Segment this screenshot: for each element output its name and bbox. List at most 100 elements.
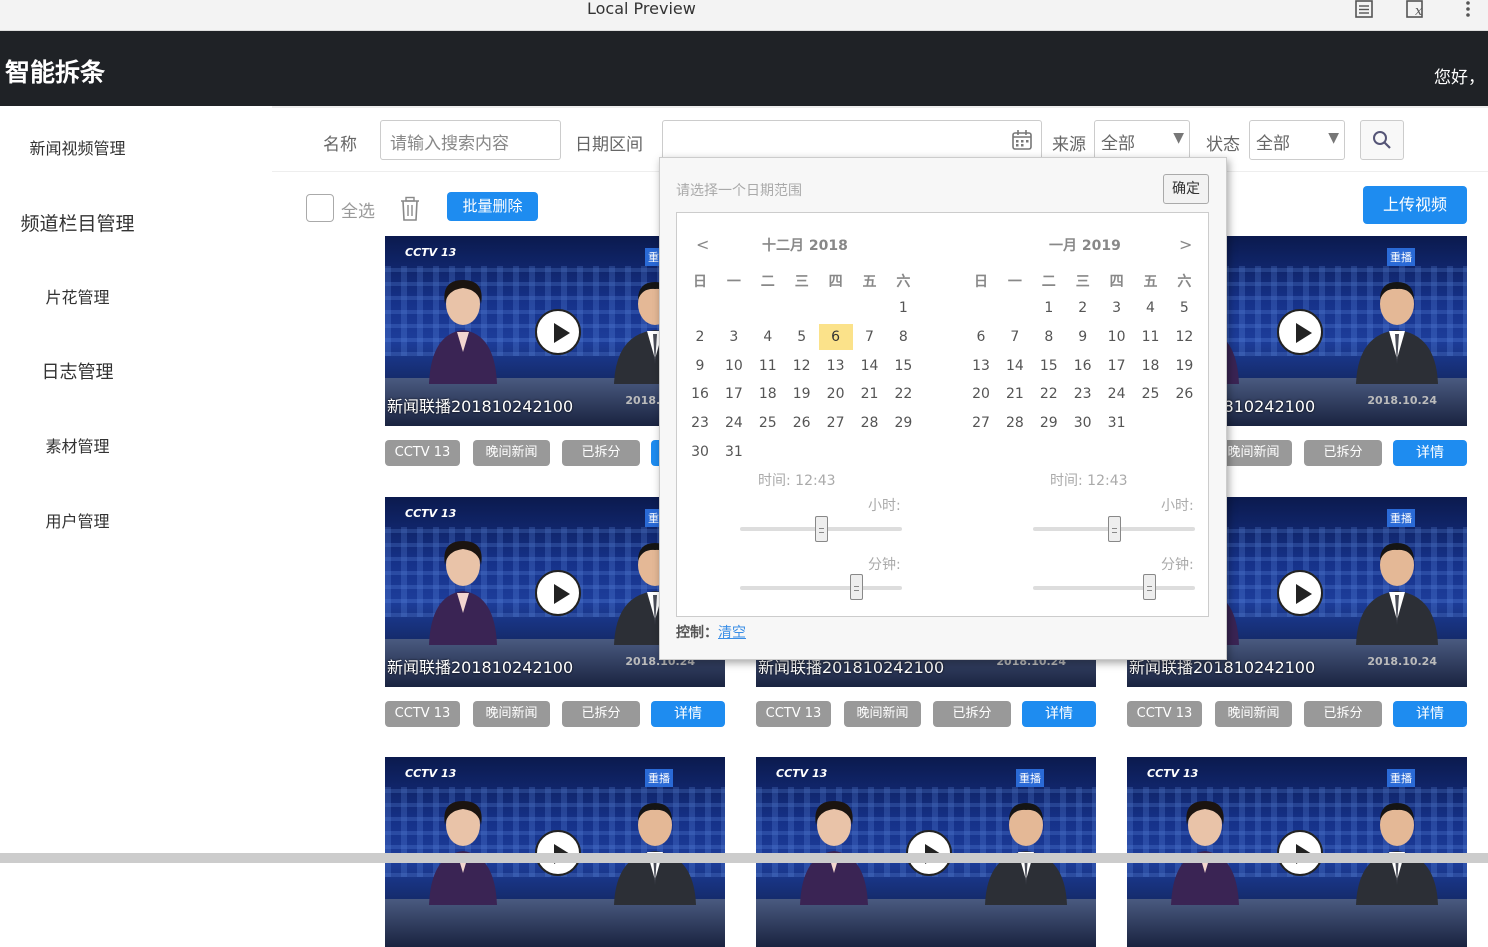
prev-month-button[interactable]: < xyxy=(696,235,709,254)
detail-button[interactable]: 详情 xyxy=(651,701,725,727)
right-day-cell[interactable]: 23 xyxy=(1066,381,1100,407)
right-day-cell[interactable]: 25 xyxy=(1134,381,1168,407)
right-day-cell[interactable]: 26 xyxy=(1167,381,1201,407)
left-day-cell[interactable]: 8 xyxy=(886,324,920,350)
right-day-cell[interactable]: 14 xyxy=(998,353,1032,379)
video-thumbnail[interactable]: CCTV 13 重播 xyxy=(385,757,725,947)
right-day-cell[interactable]: 18 xyxy=(1134,353,1168,379)
left-day-cell[interactable]: 4 xyxy=(751,324,785,350)
left-day-cell[interactable]: 18 xyxy=(751,381,785,407)
left-day-cell[interactable]: 16 xyxy=(683,381,717,407)
right-day-cell[interactable]: 9 xyxy=(1066,324,1100,350)
right-day-cell[interactable]: 8 xyxy=(1032,324,1066,350)
right-day-cell[interactable]: 21 xyxy=(998,381,1032,407)
more-vert-icon[interactable] xyxy=(1458,0,1478,20)
status-select[interactable]: 全部 ▼ xyxy=(1249,120,1345,160)
left-day-cell[interactable]: 19 xyxy=(785,381,819,407)
next-month-button[interactable]: > xyxy=(1179,235,1192,254)
select-all-checkbox[interactable] xyxy=(306,194,334,222)
right-day-cell[interactable]: 27 xyxy=(964,410,998,436)
right-day-cell[interactable]: 4 xyxy=(1134,295,1168,321)
right-day-cell[interactable]: 1 xyxy=(1032,295,1066,321)
left-day-cell[interactable]: 11 xyxy=(751,353,785,379)
right-day-cell[interactable]: 10 xyxy=(1100,324,1134,350)
left-day-cell[interactable]: 5 xyxy=(785,324,819,350)
left-day-cell[interactable]: 15 xyxy=(886,353,920,379)
left-day-cell[interactable]: 10 xyxy=(717,353,751,379)
search-button[interactable] xyxy=(1360,120,1404,160)
right-day-cell[interactable]: 5 xyxy=(1167,295,1201,321)
date-range-input[interactable] xyxy=(662,120,1042,160)
trash-icon[interactable] xyxy=(398,196,422,222)
right-minute-handle[interactable] xyxy=(1143,574,1157,600)
right-day-cell[interactable]: 31 xyxy=(1100,410,1134,436)
right-day-cell[interactable]: 16 xyxy=(1066,353,1100,379)
source-select[interactable]: 全部 ▼ xyxy=(1094,120,1190,160)
search-input[interactable]: 请输入搜索内容 xyxy=(380,120,561,160)
horizontal-scrollbar[interactable] xyxy=(0,853,1488,863)
datepicker-confirm-button[interactable]: 确定 xyxy=(1163,174,1209,204)
left-minute-handle[interactable] xyxy=(850,574,864,600)
right-day-cell[interactable]: 20 xyxy=(964,381,998,407)
left-day-cell[interactable]: 24 xyxy=(717,410,751,436)
video-thumbnail[interactable]: CCTV 13 重播 xyxy=(1127,757,1467,947)
left-day-cell[interactable]: 13 xyxy=(819,353,853,379)
user-greeting[interactable]: 您好， xyxy=(1434,63,1485,88)
right-day-cell[interactable]: 17 xyxy=(1100,353,1134,379)
left-day-cell[interactable]: 17 xyxy=(717,381,751,407)
play-button-icon[interactable] xyxy=(1277,309,1323,355)
left-day-cell[interactable]: 14 xyxy=(853,353,887,379)
right-day-cell[interactable]: 11 xyxy=(1134,324,1168,350)
calendar-icon[interactable] xyxy=(1011,129,1033,156)
left-day-cell[interactable]: 31 xyxy=(717,439,751,465)
right-day-cell[interactable]: 19 xyxy=(1167,353,1201,379)
sidebar-item-news-video[interactable]: 新闻视频管理 xyxy=(0,135,155,159)
left-day-cell[interactable]: 25 xyxy=(751,410,785,436)
left-day-cell[interactable]: 23 xyxy=(683,410,717,436)
play-button-icon[interactable] xyxy=(1277,570,1323,616)
play-button-icon[interactable] xyxy=(535,309,581,355)
right-day-cell[interactable]: 15 xyxy=(1032,353,1066,379)
left-day-cell[interactable]: 26 xyxy=(785,410,819,436)
select-all-label[interactable]: 全选 xyxy=(341,197,375,222)
reader-icon[interactable] xyxy=(1354,0,1374,20)
detail-button[interactable]: 详情 xyxy=(1393,440,1467,466)
left-day-cell[interactable]: 30 xyxy=(683,439,717,465)
left-day-cell[interactable]: 22 xyxy=(886,381,920,407)
right-day-cell[interactable]: 13 xyxy=(964,353,998,379)
left-day-cell[interactable]: 21 xyxy=(853,381,887,407)
right-day-cell[interactable]: 3 xyxy=(1100,295,1134,321)
right-day-cell[interactable]: 22 xyxy=(1032,381,1066,407)
right-day-cell[interactable]: 30 xyxy=(1066,410,1100,436)
right-day-cell[interactable]: 28 xyxy=(998,410,1032,436)
left-day-cell[interactable]: 6 xyxy=(818,323,853,350)
sidebar-item-material[interactable]: 素材管理 xyxy=(0,433,155,457)
sidebar-item-channel[interactable]: 频道栏目管理 xyxy=(0,209,155,236)
play-button-icon[interactable] xyxy=(535,570,581,616)
left-day-cell[interactable]: 29 xyxy=(886,410,920,436)
right-minute-slider[interactable] xyxy=(1033,586,1195,590)
sidebar-item-user[interactable]: 用户管理 xyxy=(0,508,155,532)
right-day-cell[interactable]: 2 xyxy=(1066,295,1100,321)
left-day-cell[interactable]: 27 xyxy=(819,410,853,436)
left-day-cell[interactable]: 20 xyxy=(819,381,853,407)
right-day-cell[interactable]: 6 xyxy=(964,324,998,350)
right-day-cell[interactable]: 7 xyxy=(998,324,1032,350)
detail-button[interactable]: 详情 xyxy=(1393,701,1467,727)
left-day-cell[interactable]: 28 xyxy=(853,410,887,436)
clear-format-icon[interactable]: x xyxy=(1405,0,1425,20)
right-day-cell[interactable]: 24 xyxy=(1100,381,1134,407)
left-day-cell[interactable]: 9 xyxy=(683,353,717,379)
right-day-cell[interactable]: 12 xyxy=(1167,324,1201,350)
left-day-cell[interactable]: 7 xyxy=(853,324,887,350)
sidebar-item-log[interactable]: 日志管理 xyxy=(0,358,155,384)
left-hour-handle[interactable] xyxy=(815,516,828,542)
sidebar-item-trailer[interactable]: 片花管理 xyxy=(0,284,155,308)
left-minute-slider[interactable] xyxy=(740,586,902,590)
left-day-cell[interactable]: 12 xyxy=(785,353,819,379)
right-day-cell[interactable]: 29 xyxy=(1032,410,1066,436)
upload-video-button[interactable]: 上传视频 xyxy=(1363,186,1467,224)
right-hour-handle[interactable] xyxy=(1108,516,1121,542)
left-day-cell[interactable]: 1 xyxy=(886,295,920,321)
left-day-cell[interactable]: 3 xyxy=(717,324,751,350)
